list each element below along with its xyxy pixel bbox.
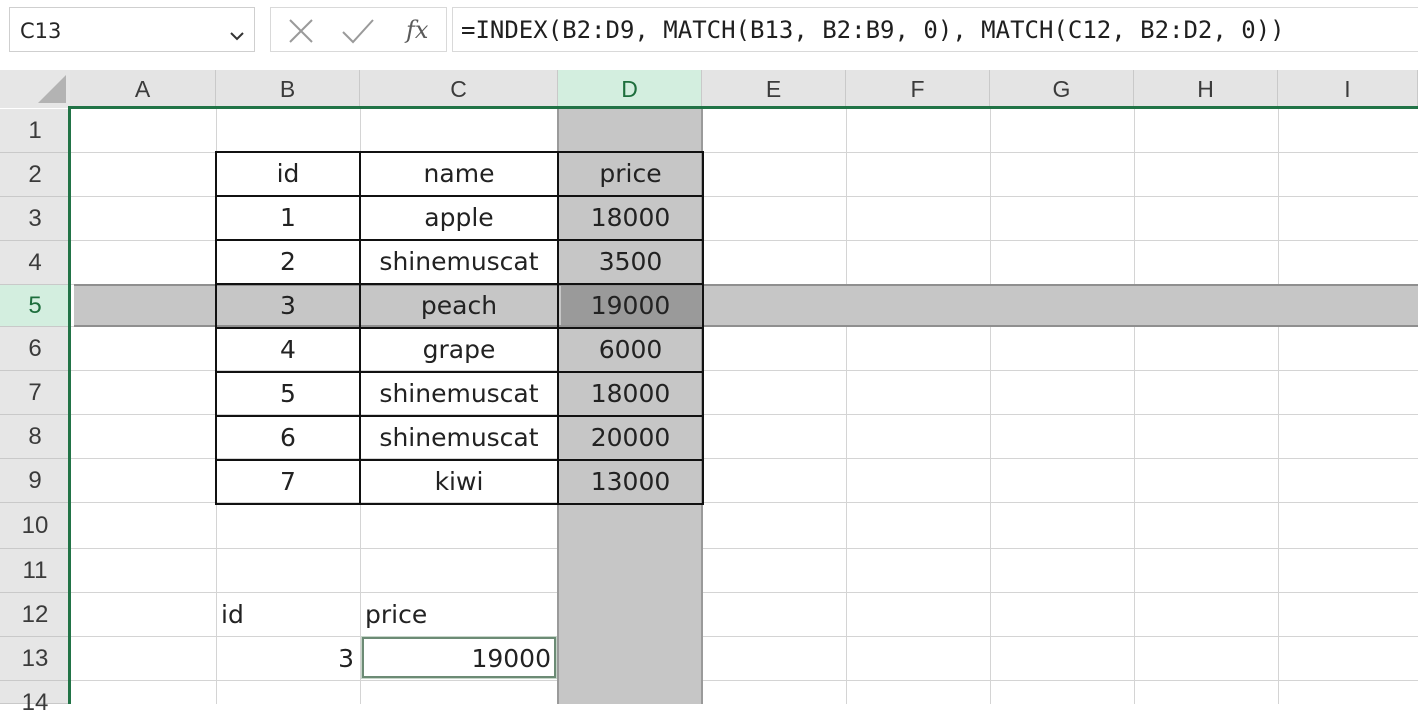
column-header-divider [70, 106, 1418, 109]
row-header-1[interactable]: 1 [0, 109, 70, 153]
grid-column-line [1278, 109, 1279, 704]
cell-b9[interactable]: 7 [217, 460, 359, 504]
cell-c13-selected[interactable]: 19000 [361, 636, 557, 679]
cell-c4[interactable]: shinemuscat [361, 240, 557, 284]
insert-function-button[interactable]: fx [406, 16, 428, 44]
grid-row-line [71, 636, 1418, 637]
cell-c5[interactable]: peach [361, 284, 557, 328]
cell-d2-header[interactable]: price [559, 152, 702, 196]
cell-b13-id-value[interactable]: 3 [217, 644, 354, 673]
cell-d3[interactable]: 18000 [559, 196, 702, 240]
cell-b7[interactable]: 5 [217, 372, 359, 416]
cell-b3[interactable]: 1 [217, 196, 359, 240]
fruit-price-table: id name price 1 apple 18000 2 shinemuscat 3500 3 p… [215, 151, 704, 505]
cell-b12-id-label[interactable]: id [221, 600, 244, 629]
row-header-9[interactable]: 9 [0, 459, 70, 503]
row-header-11[interactable]: 11 [0, 549, 70, 593]
cell-b5[interactable]: 3 [217, 284, 359, 328]
grid-row-line [71, 680, 1418, 681]
column-header-f[interactable]: F [846, 70, 990, 106]
cell-b2-header[interactable]: id [217, 152, 359, 196]
row-header-7[interactable]: 7 [0, 371, 70, 415]
row-header-3[interactable]: 3 [0, 197, 70, 241]
column-header-g[interactable]: G [990, 70, 1134, 106]
cancel-icon[interactable] [287, 17, 315, 49]
cell-b4[interactable]: 2 [217, 240, 359, 284]
row-header-2[interactable]: 2 [0, 153, 70, 197]
formula-input[interactable]: =INDEX(B2:D9, MATCH(B13, B2:B9, 0), MATC… [452, 7, 1418, 52]
name-box-value: C13 [20, 19, 62, 43]
row-header-6[interactable]: 6 [0, 327, 70, 371]
column-header-d[interactable]: D [558, 70, 702, 106]
column-header-a[interactable]: A [70, 70, 216, 106]
chevron-down-icon[interactable] [230, 26, 244, 45]
select-all-corner[interactable] [0, 70, 70, 108]
row-header-10[interactable]: 10 [0, 503, 70, 549]
cell-d9[interactable]: 13000 [559, 460, 702, 504]
grid-row-line [71, 592, 1418, 593]
row-header-8[interactable]: 8 [0, 415, 70, 459]
grid-column-line [1134, 109, 1135, 704]
name-box[interactable]: C13 [9, 7, 255, 52]
row-header-12[interactable]: 12 [0, 593, 70, 637]
cell-d4[interactable]: 3500 [559, 240, 702, 284]
row-header-divider [68, 106, 71, 704]
column-header-e[interactable]: E [702, 70, 846, 106]
cell-c13-price-value: 19000 [471, 644, 551, 673]
row-header-4[interactable]: 4 [0, 241, 70, 285]
column-header-h[interactable]: H [1134, 70, 1278, 106]
cell-d7[interactable]: 18000 [559, 372, 702, 416]
cell-c9[interactable]: kiwi [361, 460, 557, 504]
row-header-5[interactable]: 5 [0, 285, 70, 327]
grid-row-line [71, 548, 1418, 549]
formula-controls: fx [270, 7, 447, 52]
formula-text: =INDEX(B2:D9, MATCH(B13, B2:B9, 0), MATC… [461, 16, 1285, 44]
cell-d5[interactable]: 19000 [559, 284, 702, 328]
grid-column-line [990, 109, 991, 704]
row-header-14[interactable]: 14 [0, 681, 70, 716]
cell-c3[interactable]: apple [361, 196, 557, 240]
column-header-b[interactable]: B [216, 70, 360, 106]
cell-c2-header[interactable]: name [361, 152, 557, 196]
cell-b6[interactable]: 4 [217, 328, 359, 372]
cell-c7[interactable]: shinemuscat [361, 372, 557, 416]
column-header-i[interactable]: I [1278, 70, 1418, 106]
column-header-c[interactable]: C [360, 70, 558, 106]
cell-d8[interactable]: 20000 [559, 416, 702, 460]
table-border-vertical [702, 151, 704, 505]
cell-b8[interactable]: 6 [217, 416, 359, 460]
select-all-triangle-icon [38, 75, 66, 103]
cell-d6[interactable]: 6000 [559, 328, 702, 372]
cell-c8[interactable]: shinemuscat [361, 416, 557, 460]
enter-check-icon[interactable] [341, 17, 375, 49]
cell-c12-price-label[interactable]: price [365, 600, 427, 629]
cell-c6[interactable]: grape [361, 328, 557, 372]
row-header-13[interactable]: 13 [0, 637, 70, 681]
grid-column-line [846, 109, 847, 704]
